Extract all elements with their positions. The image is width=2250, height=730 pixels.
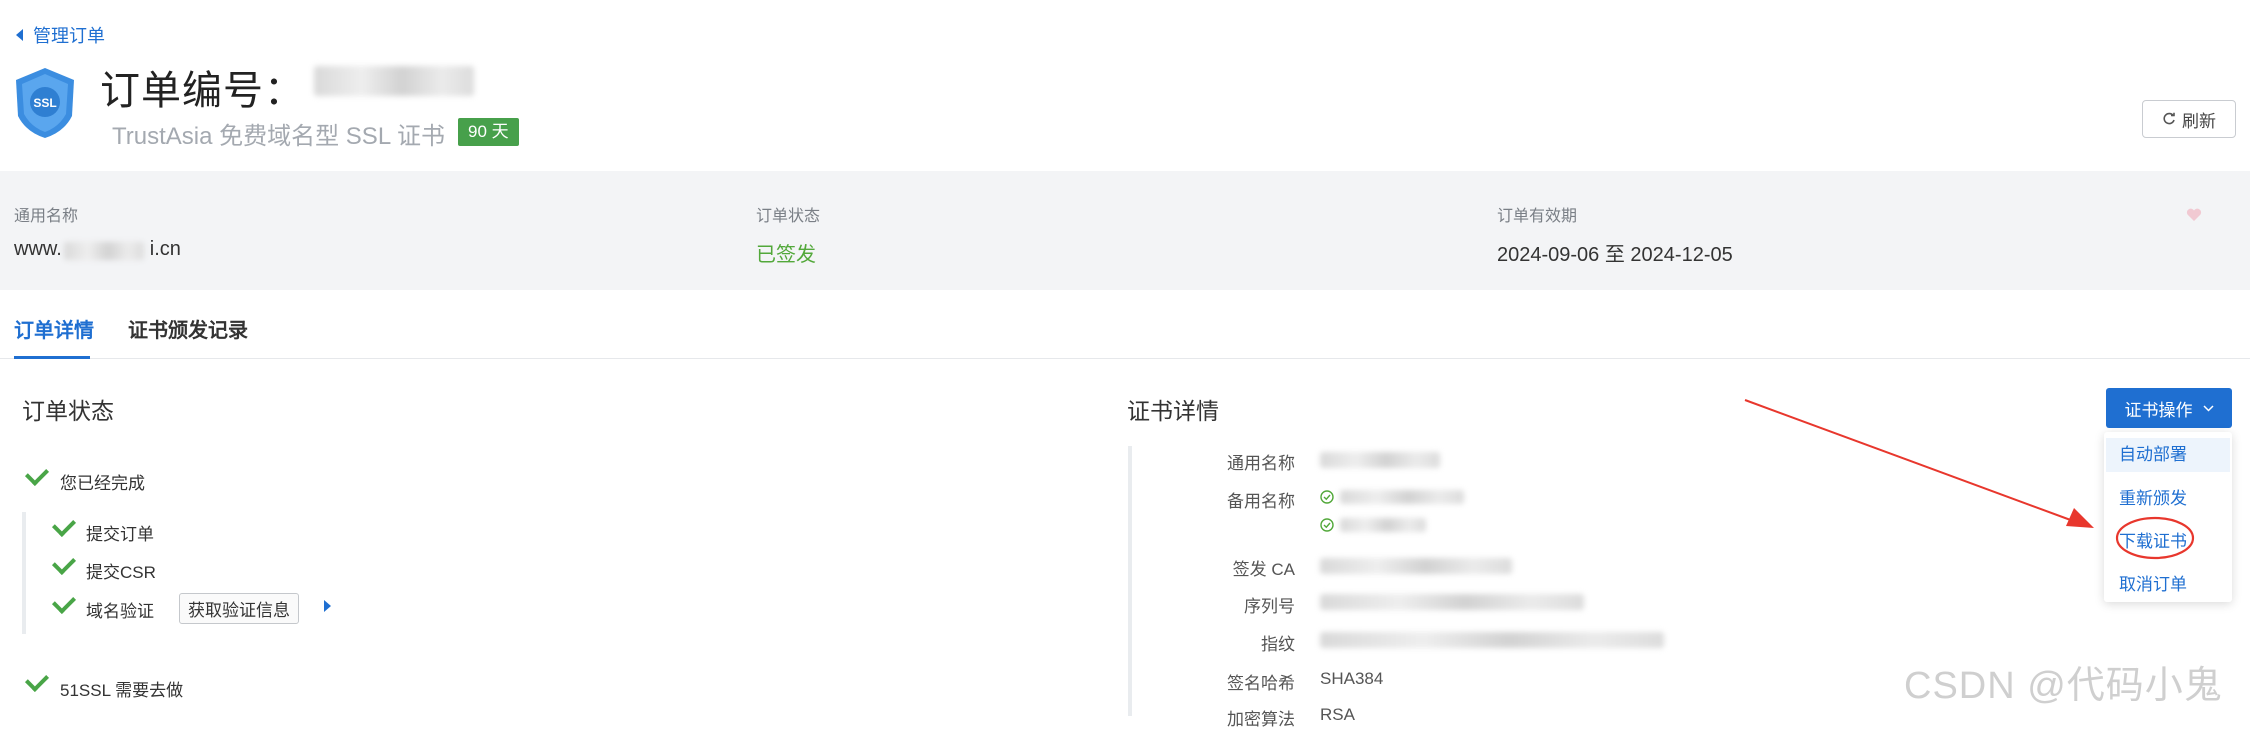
watermark: CSDN @代码小鬼 bbox=[1904, 665, 2223, 707]
annotation-overlay bbox=[1744, 399, 2195, 560]
annotation-circle bbox=[2115, 516, 2195, 560]
annotation-arrow-head bbox=[2066, 508, 2094, 528]
annotation-arrow-line bbox=[1744, 399, 2077, 523]
